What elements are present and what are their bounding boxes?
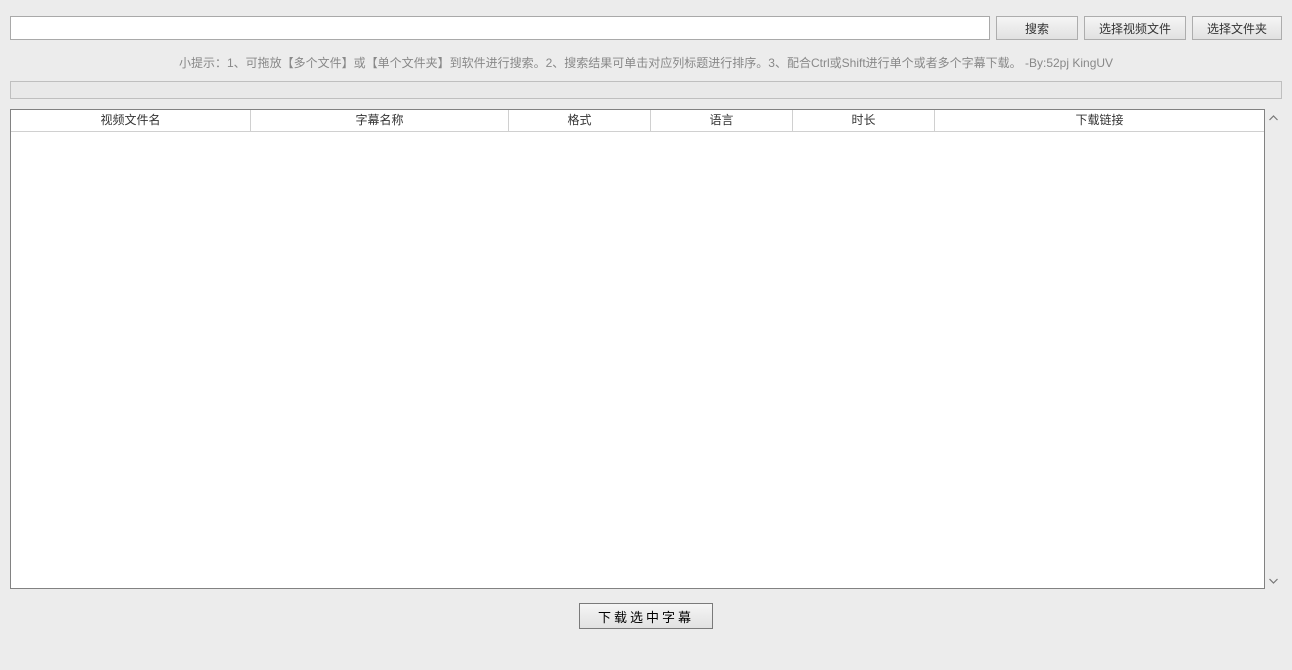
table-header: 视频文件名 字幕名称 格式 语言 时长 下载链接 <box>11 110 1264 132</box>
results-table[interactable]: 视频文件名 字幕名称 格式 语言 时长 下载链接 <box>10 109 1265 589</box>
toolbar: 搜索 选择视频文件 选择文件夹 <box>0 0 1292 40</box>
column-header-format[interactable]: 格式 <box>509 110 651 131</box>
search-input[interactable] <box>10 16 990 40</box>
results-area: 视频文件名 字幕名称 格式 语言 时长 下载链接 <box>10 109 1282 589</box>
column-header-subtitle[interactable]: 字幕名称 <box>251 110 509 131</box>
column-header-video[interactable]: 视频文件名 <box>11 110 251 131</box>
column-header-duration[interactable]: 时长 <box>793 110 935 131</box>
footer: 下载选中字幕 <box>0 589 1292 629</box>
select-folder-button[interactable]: 选择文件夹 <box>1192 16 1282 40</box>
download-selected-button[interactable]: 下载选中字幕 <box>579 603 713 629</box>
table-body[interactable] <box>11 132 1264 588</box>
column-header-language[interactable]: 语言 <box>651 110 793 131</box>
scroll-down-icon[interactable] <box>1267 574 1280 587</box>
scroll-up-icon[interactable] <box>1267 111 1280 124</box>
search-button[interactable]: 搜索 <box>996 16 1078 40</box>
column-header-link[interactable]: 下载链接 <box>935 110 1264 131</box>
select-video-file-button[interactable]: 选择视频文件 <box>1084 16 1186 40</box>
hint-text: 小提示：1、可拖放【多个文件】或【单个文件夹】到软件进行搜索。2、搜索结果可单击… <box>0 40 1292 81</box>
status-bar <box>10 81 1282 99</box>
vertical-scrollbar[interactable] <box>1265 109 1282 589</box>
